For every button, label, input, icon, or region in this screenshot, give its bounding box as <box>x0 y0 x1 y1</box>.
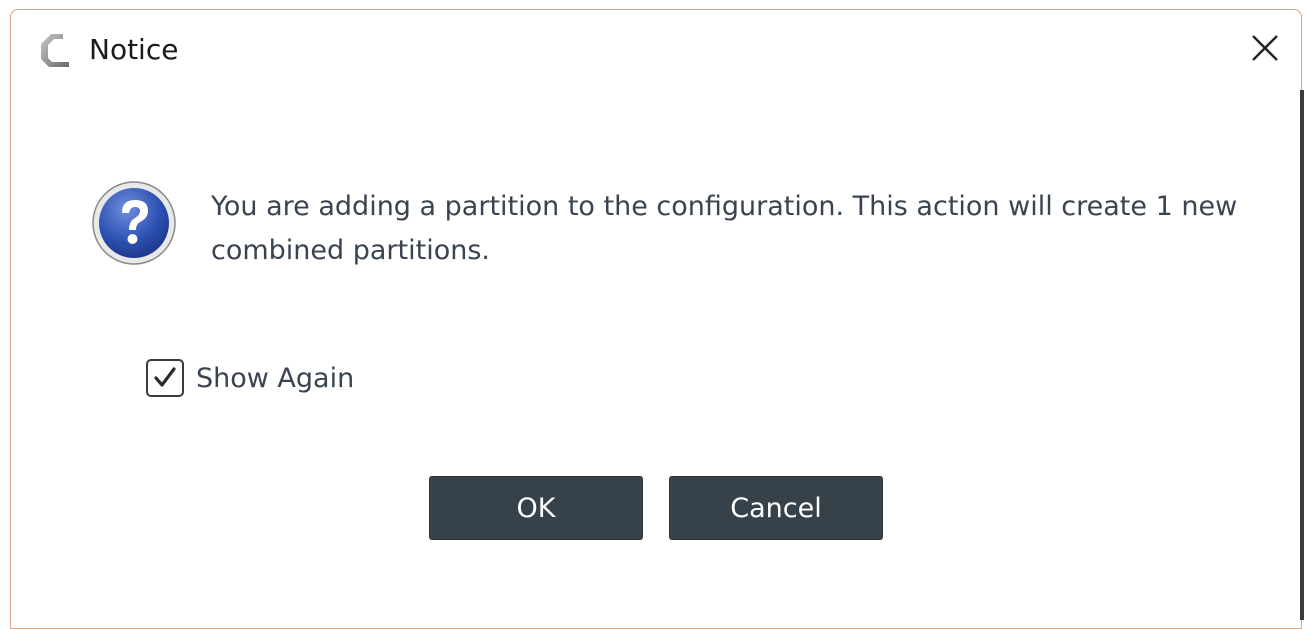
checkmark-icon <box>154 367 176 387</box>
cancel-button[interactable]: Cancel <box>669 476 883 540</box>
notice-message: You are adding a partition to the config… <box>211 191 1238 266</box>
show-again-checkbox[interactable] <box>146 359 184 397</box>
ok-button[interactable]: OK <box>429 476 643 540</box>
question-icon <box>92 181 176 265</box>
title-bar[interactable]: Notice <box>11 10 1301 90</box>
show-again-option[interactable]: Show Again <box>146 356 354 400</box>
app-logo-icon <box>41 34 69 67</box>
window-edge-shadow <box>1300 90 1304 620</box>
notice-dialog: Notice You are adding a partition to the… <box>10 9 1302 629</box>
window-title: Notice <box>89 33 179 66</box>
close-icon[interactable] <box>1247 30 1283 66</box>
show-again-label: Show Again <box>196 362 355 394</box>
